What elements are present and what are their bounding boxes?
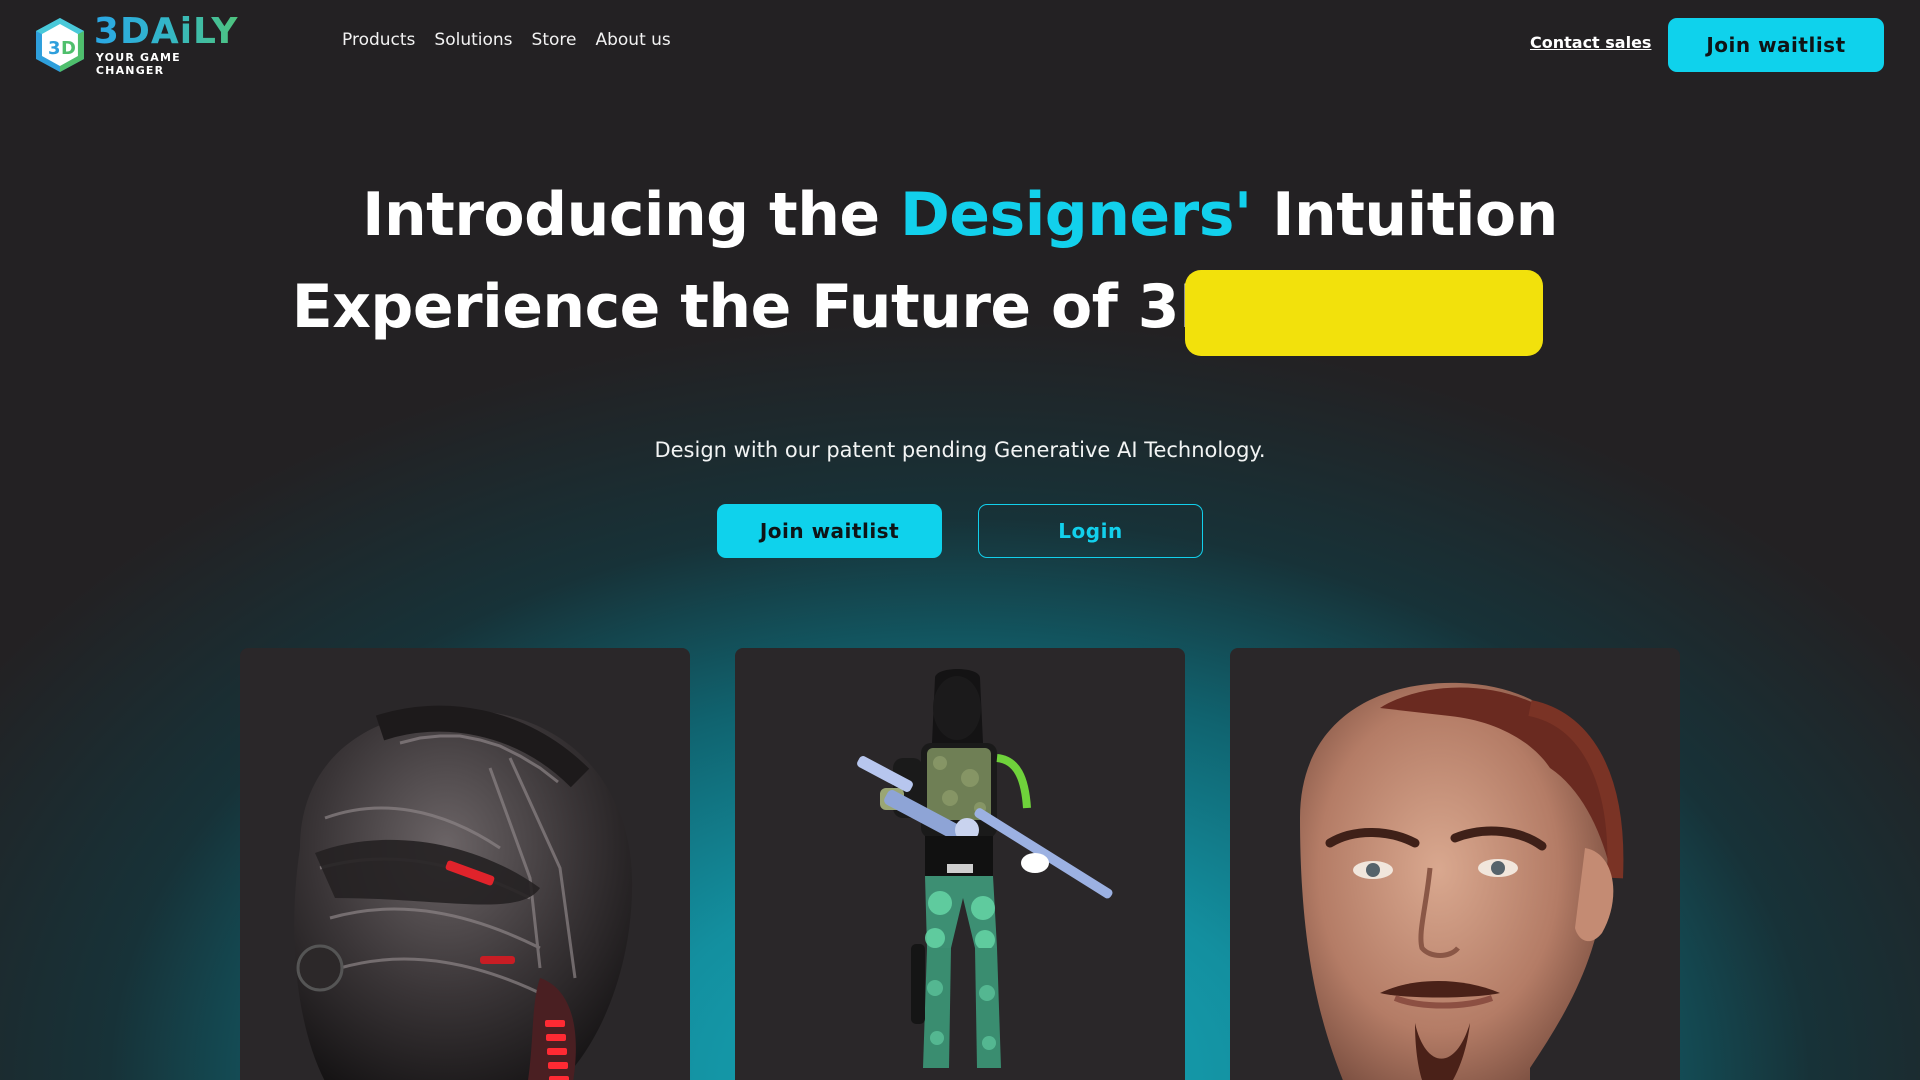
contact-sales-link[interactable]: Contact sales [1530,33,1651,52]
brand-tagline: YOUR GAME CHANGER [95,50,181,77]
svg-text:D: D [61,38,76,59]
join-waitlist-button[interactable]: Join waitlist [717,504,942,558]
brand-name: 3DAiLY [94,13,254,50]
showcase-card-head[interactable] [1230,648,1680,1080]
logo-cube-icon: 3 D [35,18,84,72]
page: 3 D 3DAiLY YOUR GAME CHANGER Products So… [0,0,1920,1080]
brand-logo[interactable]: 3 D 3DAiLY YOUR GAME CHANGER [34,13,254,77]
hero-title-accent: Designers' [899,180,1252,250]
login-button[interactable]: Login [978,504,1203,558]
hero-title-line-2-text: Experience the Future of 3D [291,272,1229,342]
top-nav: 3 D 3DAiLY YOUR GAME CHANGER Products So… [0,0,1920,88]
hero-title-line-2: Experience the Future of 3D [0,272,1920,342]
showcase-card-soldier[interactable] [735,648,1185,1080]
nav-item-store[interactable]: Store [532,30,577,50]
soldier-with-rifle-image [857,669,1113,1068]
join-waitlist-button-header[interactable]: Join waitlist [1668,18,1884,72]
animated-word-highlight [1185,270,1543,356]
hero-title-line-1: Introducing the Designers' Intuition [0,180,1920,250]
nav-item-about-us[interactable]: About us [595,30,670,50]
hero-title-suffix: Intuition [1251,180,1558,250]
nav-item-solutions[interactable]: Solutions [434,30,512,50]
man-head-image [1300,682,1624,1080]
svg-text:3: 3 [48,38,60,59]
sci-fi-helmet-image [294,705,633,1080]
hero-subtitle: Design with our patent pending Generativ… [654,438,1266,462]
nav-item-products[interactable]: Products [342,30,415,50]
hero-title-prefix: Introducing the [362,180,900,250]
main-menu: Products Solutions Store About us [342,30,671,50]
showcase-card-helmet[interactable] [240,648,690,1080]
